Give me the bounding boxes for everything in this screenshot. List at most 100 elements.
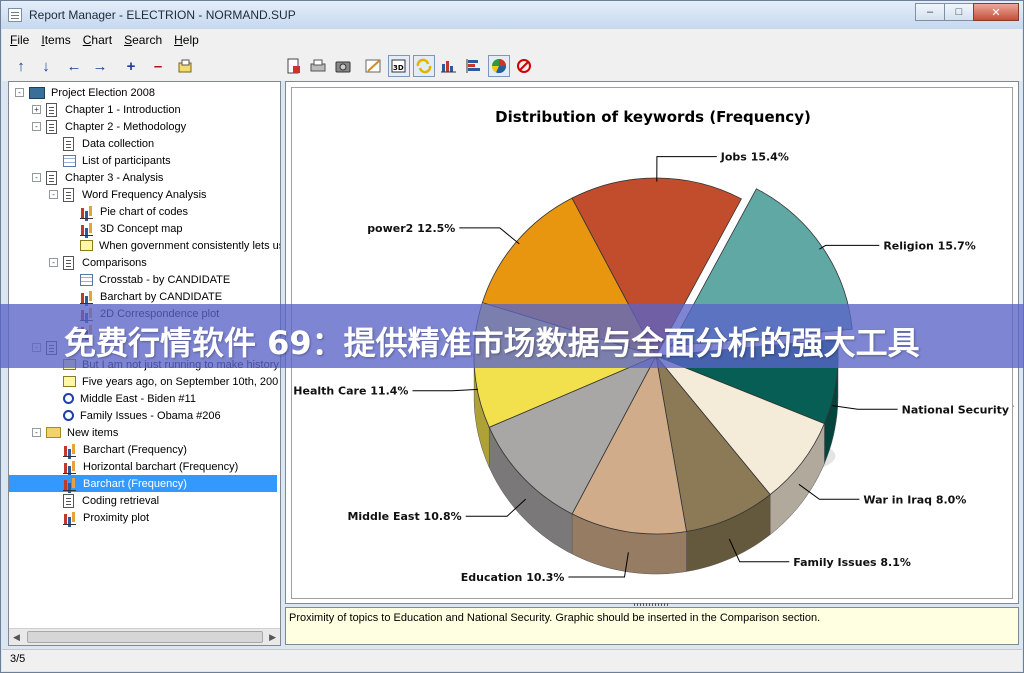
tree-item[interactable]: Crosstab - by CANDIDATE (9, 271, 232, 288)
horizontal-scrollbar[interactable]: ◀ ▶ (9, 628, 280, 645)
move-left-icon[interactable]: ← (63, 55, 85, 77)
pie-label: Education 10.3% (461, 571, 565, 584)
tree-item-label: Chapter 2 - Methodology (65, 120, 187, 133)
delete-icon[interactable] (513, 55, 535, 77)
pie-label-value: 8.1% (880, 556, 911, 569)
print-icon[interactable] (307, 55, 329, 77)
doc-icon (46, 119, 57, 134)
tree-item[interactable]: Barchart (Frequency) (9, 441, 189, 458)
rotate-icon[interactable] (413, 55, 435, 77)
collapse-icon[interactable]: - (49, 258, 58, 267)
tree-item[interactable]: Data collection (9, 135, 156, 152)
3d-toggle-icon[interactable]: 3D (388, 55, 410, 77)
bar-chart-icon[interactable] (438, 55, 460, 77)
pie-label: power2 12.5% (367, 222, 455, 235)
remove-icon[interactable]: – (147, 55, 169, 77)
tree-item[interactable]: Horizontal barchart (Frequency) (9, 458, 240, 475)
pie-chart-icon[interactable] (488, 55, 510, 77)
menu-search[interactable]: Search (124, 33, 162, 47)
tree-item-label: List of participants (82, 154, 171, 167)
pie-label-name: War in Iraq (863, 493, 936, 506)
collapse-icon[interactable]: - (32, 122, 41, 131)
tree-item-label: Chapter 3 - Analysis (65, 171, 164, 184)
bar-icon (63, 477, 77, 491)
banner-text: 免费行情软件 69：提供精准市场数据与全面分析的强大工具 (64, 324, 920, 362)
move-right-icon[interactable]: → (89, 55, 111, 77)
menu-file[interactable]: File (10, 33, 29, 47)
properties-icon[interactable] (174, 55, 196, 77)
tree-item[interactable]: - Project Election 2008 (9, 84, 157, 101)
close-button[interactable]: ✕ (973, 3, 1019, 21)
tree-item-label: Barchart (Frequency) (81, 477, 189, 490)
horizontal-bar-icon[interactable] (463, 55, 485, 77)
tree-item[interactable]: 3D Concept map (9, 220, 185, 237)
pie-label-name: Jobs (720, 151, 751, 164)
add-icon[interactable]: + (120, 55, 142, 77)
tree-item[interactable]: List of participants (9, 152, 173, 169)
app-icon (8, 8, 22, 22)
tree-item[interactable]: When government consistently lets us (9, 237, 281, 254)
new-document-icon[interactable] (282, 55, 304, 77)
camera-icon[interactable] (332, 55, 354, 77)
tree-item[interactable]: - Chapter 2 - Methodology (9, 118, 188, 135)
move-down-icon[interactable]: ↓ (35, 55, 57, 77)
scroll-right-icon[interactable]: ▶ (269, 632, 276, 643)
tree-item[interactable]: Barchart (Frequency) (9, 475, 277, 492)
pie-label-value: 11.4% (370, 385, 408, 398)
scrollbar-thumb[interactable] (27, 631, 263, 643)
bar-icon (63, 460, 77, 474)
note-icon (63, 376, 76, 387)
minimize-button[interactable]: – (915, 3, 945, 21)
tree-item[interactable]: Five years ago, on September 10th, 200 (9, 373, 280, 390)
tree-item-label: Barchart (Frequency) (83, 443, 187, 456)
tree-item[interactable]: Middle East - Biden #11 (9, 390, 198, 407)
tree-item[interactable]: + Chapter 1 - Introduction (9, 101, 183, 118)
maximize-button[interactable]: □ (944, 3, 974, 21)
pie-label-value: 7.7% (1013, 403, 1014, 416)
pie-label-name: Middle East (347, 510, 423, 523)
tree-item-label: Word Frequency Analysis (82, 188, 207, 201)
collapse-icon[interactable]: - (15, 88, 24, 97)
splitter-grip[interactable] (634, 603, 670, 606)
edit-chart-icon[interactable] (363, 55, 385, 77)
tree-item-label: Chapter 1 - Introduction (65, 103, 181, 116)
collapse-icon[interactable]: - (49, 190, 58, 199)
doc-icon (63, 187, 74, 202)
tree-item-label: Middle East - Biden #11 (80, 392, 196, 405)
bubble-icon (63, 393, 74, 404)
pie-label-value: 10.3% (526, 571, 564, 584)
menu-help[interactable]: Help (174, 33, 199, 47)
notes-panel[interactable]: Proximity of topics to Education and Nat… (285, 607, 1019, 645)
tree-item-label: Horizontal barchart (Frequency) (83, 460, 239, 473)
tree-item[interactable]: - New items (9, 424, 120, 441)
pie-label: War in Iraq 8.0% (863, 493, 966, 506)
pie-label: Health Care 11.4% (293, 385, 408, 398)
tree-item[interactable]: - Word Frequency Analysis (9, 186, 209, 203)
tree-item[interactable]: Family Issues - Obama #206 (9, 407, 223, 424)
doc-icon (46, 102, 57, 117)
pie-label-name: Family Issues (793, 556, 880, 569)
tree-item-label: New items (67, 426, 119, 439)
menu-bar: File Items Chart Search Help (2, 29, 1022, 51)
status-text: 3/5 (10, 653, 26, 665)
bar-icon (80, 222, 94, 236)
tree-item[interactable]: Proximity plot (9, 509, 151, 526)
tree-item[interactable]: - Chapter 3 - Analysis (9, 169, 165, 186)
move-up-icon[interactable]: ↑ (10, 55, 32, 77)
tree-item-label: When government consistently lets us (99, 239, 281, 252)
title-bar[interactable]: Report Manager - ELECTRION - NORMAND.SUP… (1, 1, 1023, 29)
tree-item[interactable]: - Comparisons (9, 254, 149, 271)
pie-label-name: Education (461, 571, 526, 584)
collapse-icon[interactable]: - (32, 173, 41, 182)
menu-chart[interactable]: Chart (83, 33, 112, 47)
tree-item[interactable]: Coding retrieval (9, 492, 161, 509)
tree-item[interactable]: Barchart by CANDIDATE (9, 288, 224, 305)
scroll-left-icon[interactable]: ◀ (13, 632, 20, 643)
tree-item[interactable]: Pie chart of codes (9, 203, 190, 220)
pie-label-name: Health Care (293, 385, 370, 398)
expand-icon[interactable]: + (32, 105, 41, 114)
collapse-icon[interactable]: - (32, 428, 41, 437)
pie-label: Middle East 10.8% (347, 510, 461, 523)
menu-items[interactable]: Items (41, 33, 70, 47)
grid-icon (80, 273, 93, 286)
